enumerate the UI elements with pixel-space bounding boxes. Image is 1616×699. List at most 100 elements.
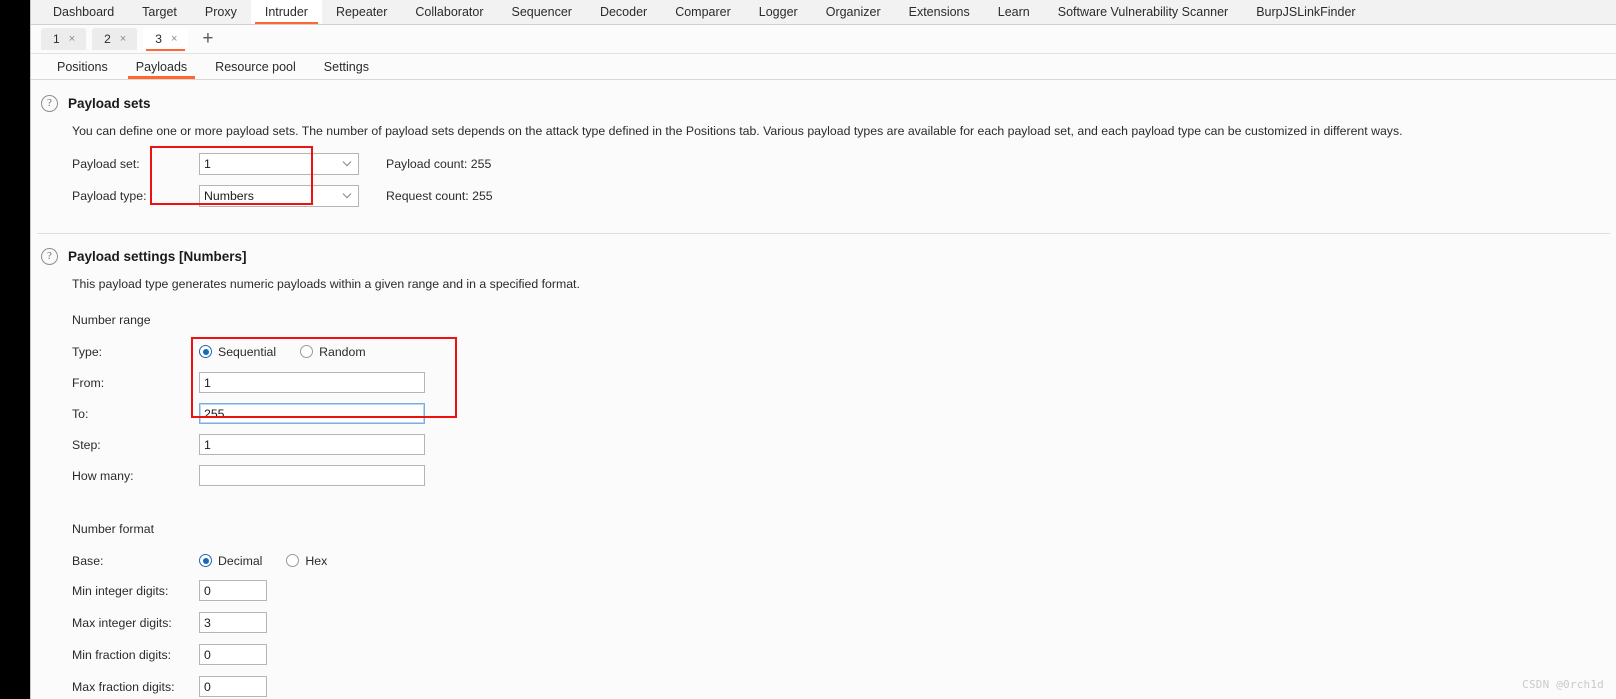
main-tab-repeater[interactable]: Repeater <box>322 0 401 24</box>
sub-tab-label: Settings <box>323 59 369 74</box>
min-fraction-digits-label: Min fraction digits: <box>72 647 172 662</box>
min-integer-digits-input[interactable] <box>199 580 267 601</box>
content-area: Dashboard Target Proxy Intruder Repeater… <box>31 0 1616 699</box>
max-fraction-digits-row: Max fraction digits: <box>31 673 1616 699</box>
main-tab-sequencer[interactable]: Sequencer <box>497 0 585 24</box>
base-radio-group: Decimal Hex <box>199 554 327 568</box>
radio-icon[interactable] <box>286 554 300 567</box>
min-integer-digits-label: Min integer digits: <box>72 583 169 598</box>
sub-tab-label: Payloads <box>135 59 188 74</box>
main-tab-label: Comparer <box>675 5 731 19</box>
payload-set-row: Payload set: 1 Payload count: 255 <box>31 150 1616 177</box>
main-tab-intruder[interactable]: Intruder <box>250 0 322 24</box>
from-label: From: <box>72 375 105 390</box>
attack-tab-3[interactable]: 3 × <box>143 28 189 51</box>
radio-label: Random <box>319 344 366 359</box>
payload-sets-description: You can define one or more payload sets.… <box>72 124 1403 138</box>
help-icon[interactable]: ? <box>41 248 58 265</box>
main-tab-comparer[interactable]: Comparer <box>661 0 745 24</box>
main-tab-dashboard[interactable]: Dashboard <box>39 0 128 24</box>
main-tab-label: Target <box>142 5 177 19</box>
main-tab-label: Repeater <box>335 5 388 19</box>
radio-icon[interactable] <box>300 345 314 358</box>
radio-label: Decimal <box>218 553 263 568</box>
main-tab-learn[interactable]: Learn <box>984 0 1044 24</box>
max-integer-digits-label: Max integer digits: <box>72 615 172 630</box>
radio-label: Sequential <box>218 344 277 359</box>
close-icon[interactable]: × <box>120 33 126 45</box>
main-tab-decoder[interactable]: Decoder <box>586 0 661 24</box>
type-radio-group: Sequential Random <box>199 345 366 359</box>
attack-tab-2[interactable]: 2 × <box>92 28 138 50</box>
step-input[interactable] <box>199 434 425 455</box>
radio-icon[interactable] <box>199 554 212 567</box>
max-fraction-digits-label: Max fraction digits: <box>72 679 175 694</box>
payload-type-row: Payload type: Numbers Request count: 255 <box>31 182 1616 209</box>
payload-type-combo-wrap: Numbers <box>199 184 359 207</box>
how-many-row: How many: <box>31 462 1616 489</box>
help-icon[interactable]: ? <box>41 95 58 112</box>
step-row: Step: <box>31 431 1616 458</box>
request-count: Request count: 255 <box>386 188 493 203</box>
tab-settings[interactable]: Settings <box>310 54 383 80</box>
to-input[interactable] <box>199 403 425 424</box>
main-tab-label: Proxy <box>204 5 237 19</box>
payload-type-select[interactable]: Numbers <box>199 184 359 207</box>
attack-tab-1[interactable]: 1 × <box>41 28 87 50</box>
main-tab-burpjslinkfinder[interactable]: BurpJSLinkFinder <box>1242 0 1369 24</box>
close-icon[interactable]: × <box>171 33 177 45</box>
main-tab-collaborator[interactable]: Collaborator <box>401 0 497 24</box>
close-icon[interactable]: × <box>69 33 75 45</box>
radio-sequential[interactable]: Sequential <box>199 345 276 359</box>
payload-settings-description: This payload type generates numeric payl… <box>72 277 580 291</box>
to-label: To: <box>72 406 89 421</box>
main-tab-label: Decoder <box>599 5 648 19</box>
tab-resource-pool[interactable]: Resource pool <box>201 54 310 80</box>
number-range-group-label: Number range <box>72 313 151 327</box>
main-tab-software-vulnerability-scanner[interactable]: Software Vulnerability Scanner <box>1044 0 1242 24</box>
radio-decimal[interactable]: Decimal <box>199 554 262 568</box>
radio-icon[interactable] <box>199 345 212 358</box>
payload-settings-panel: ? Payload settings [Numbers] This payloa… <box>31 234 1616 699</box>
page-title: Payload sets <box>68 96 151 111</box>
max-fraction-digits-input[interactable] <box>199 676 267 697</box>
payload-sets-panel: ? Payload sets You can define one or mor… <box>31 80 1616 209</box>
main-tab-logger[interactable]: Logger <box>745 0 812 24</box>
payload-count: Payload count: 255 <box>386 156 492 171</box>
sub-tabbar: Positions Payloads Resource pool Setting… <box>31 54 1616 80</box>
main-tab-label: Extensions <box>908 5 970 19</box>
main-tab-label: Software Vulnerability Scanner <box>1057 5 1229 19</box>
min-fraction-digits-row: Min fraction digits: <box>31 641 1616 668</box>
from-row: From: <box>31 369 1616 396</box>
min-fraction-digits-input[interactable] <box>199 644 267 665</box>
main-tab-target[interactable]: Target <box>128 0 191 24</box>
payload-sets-header: ? Payload sets <box>31 95 1616 112</box>
max-integer-digits-input[interactable] <box>199 612 267 633</box>
main-tab-proxy[interactable]: Proxy <box>191 0 251 24</box>
payload-set-select[interactable]: 1 <box>199 152 359 175</box>
tab-payloads[interactable]: Payloads <box>122 54 201 80</box>
type-label: Type: <box>72 344 103 359</box>
sub-tab-label: Positions <box>57 59 108 74</box>
payload-settings-header: ? Payload settings [Numbers] <box>31 248 1616 265</box>
main-tab-label: BurpJSLinkFinder <box>1256 5 1356 19</box>
tab-positions[interactable]: Positions <box>43 54 122 80</box>
min-integer-digits-row: Min integer digits: <box>31 577 1616 604</box>
attack-tab-label: 1 <box>53 32 60 46</box>
to-row: To: <box>31 400 1616 427</box>
radio-hex[interactable]: Hex <box>286 554 327 568</box>
add-tab-icon[interactable]: + <box>194 29 221 48</box>
how-many-input[interactable] <box>199 465 425 486</box>
burp-suite-window: Dashboard Target Proxy Intruder Repeater… <box>0 0 1616 699</box>
payload-set-combo-wrap: 1 <box>199 152 359 175</box>
main-tab-extensions[interactable]: Extensions <box>895 0 984 24</box>
radio-random[interactable]: Random <box>300 344 366 359</box>
radio-label: Hex <box>305 553 328 568</box>
main-tabbar: Dashboard Target Proxy Intruder Repeater… <box>31 0 1616 25</box>
attack-tab-label: 2 <box>104 32 111 46</box>
base-row: Base: Decimal Hex <box>31 547 1616 574</box>
payload-settings-title: Payload settings [Numbers] <box>68 249 247 264</box>
main-tab-organizer[interactable]: Organizer <box>812 0 895 24</box>
from-input[interactable] <box>199 372 425 393</box>
payload-set-label: Payload set: <box>72 156 140 171</box>
